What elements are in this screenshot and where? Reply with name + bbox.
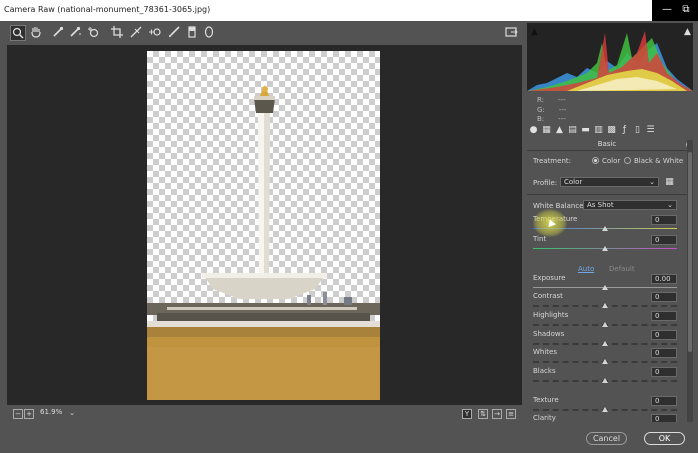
temperature-slider-thumb[interactable]	[602, 226, 608, 231]
blacks-value[interactable]: 0	[651, 367, 677, 377]
exposure-label: Exposure	[533, 274, 566, 282]
histogram	[527, 23, 693, 91]
shadows-label: Shadows	[533, 330, 565, 338]
shadows-slider-thumb[interactable]	[602, 341, 608, 346]
restore-button[interactable]: ⧉	[676, 0, 696, 21]
clarity-label: Clarity	[533, 414, 556, 422]
shadows-value[interactable]: 0	[651, 330, 677, 340]
transform-tab-icon[interactable]: ▩	[606, 124, 617, 136]
before-after-y-button[interactable]: Y	[462, 409, 472, 419]
white-balance-select[interactable]: As Shot ⌄	[583, 200, 677, 210]
treatment-bw-label[interactable]: Black & White	[634, 157, 683, 165]
zoom-in-button[interactable]: +	[24, 409, 34, 419]
divider	[527, 194, 687, 195]
basic-tab-icon[interactable]: ●	[528, 124, 539, 136]
crop-tool-icon[interactable]	[109, 25, 125, 41]
preview-image[interactable]	[147, 51, 380, 400]
treatment-label: Treatment:	[533, 157, 571, 165]
panel-tabs: ● ▦ ▲ ▤ ▬ ▥ ▩ ƒ ▯ ☰	[527, 124, 693, 138]
contrast-value[interactable]: 0	[651, 292, 677, 302]
open-preferences-icon[interactable]	[503, 25, 519, 41]
color-sampler-tool-icon[interactable]	[67, 25, 83, 41]
white-balance-tool-icon[interactable]	[50, 25, 66, 41]
texture-label: Texture	[533, 396, 559, 404]
highlights-label: Highlights	[533, 311, 569, 319]
effects-tab-icon[interactable]: ƒ	[619, 124, 630, 136]
divider	[527, 150, 687, 151]
panel-scrollbar[interactable]	[687, 140, 693, 422]
zoom-level[interactable]: 61.9%	[40, 408, 62, 416]
default-link[interactable]: Default	[609, 265, 635, 273]
radial-filter-icon[interactable]	[201, 25, 217, 41]
white-balance-label: White Balance:	[533, 202, 586, 210]
basic-panel-title: Basic	[597, 140, 617, 148]
treatment-color-label[interactable]: Color	[602, 157, 620, 165]
hand-tool-icon[interactable]	[28, 25, 44, 41]
tint-slider-thumb[interactable]	[602, 246, 608, 251]
graduated-filter-icon[interactable]	[184, 25, 200, 41]
straighten-tool-icon[interactable]	[128, 25, 144, 41]
detail-tab-icon[interactable]: ▲	[554, 124, 565, 136]
zoom-dropdown-chevron-icon[interactable]: ⌄	[68, 409, 76, 417]
scrollbar-thumb[interactable]	[688, 152, 692, 352]
rgb-r: R: ---	[537, 96, 566, 104]
contrast-label: Contrast	[533, 292, 563, 300]
highlights-slider-thumb[interactable]	[602, 322, 608, 327]
calibration-tab-icon[interactable]: ▯	[632, 124, 643, 136]
ok-button[interactable]: OK	[644, 432, 685, 445]
temperature-value[interactable]: 0	[651, 215, 677, 225]
tone-curve-tab-icon[interactable]: ▦	[541, 124, 552, 136]
exposure-value[interactable]: 0.00	[651, 274, 677, 284]
blacks-slider-thumb[interactable]	[602, 378, 608, 383]
whites-value[interactable]: 0	[651, 348, 677, 358]
profile-select[interactable]: Color ⌄	[560, 177, 659, 187]
presets-tab-icon[interactable]: ☰	[645, 124, 656, 136]
chevron-down-icon: ⌄	[667, 201, 673, 209]
title-bar: Camera Raw (national-monument_78361-3065…	[0, 0, 698, 21]
highlight-clipping-icon[interactable]: ▲	[682, 26, 693, 38]
chevron-down-icon: ⌄	[649, 178, 655, 186]
zoom-tool-icon[interactable]	[10, 25, 26, 41]
contrast-slider-thumb[interactable]	[602, 303, 608, 308]
treatment-color-radio[interactable]	[592, 157, 599, 164]
treatment-bw-radio[interactable]	[624, 157, 631, 164]
profile-browser-icon[interactable]: ▦	[664, 176, 675, 188]
swap-before-after-icon[interactable]: ⇅	[478, 409, 488, 419]
lens-corrections-tab-icon[interactable]: ▥	[593, 124, 604, 136]
tint-value[interactable]: 0	[651, 235, 677, 245]
texture-slider-thumb[interactable]	[602, 407, 608, 412]
toggle-settings-icon[interactable]: ≡	[506, 409, 516, 419]
texture-value[interactable]: 0	[651, 396, 677, 406]
hsl-tab-icon[interactable]: ▤	[567, 124, 578, 136]
auto-link[interactable]: Auto	[578, 265, 594, 273]
targeted-adjustment-tool-icon[interactable]	[85, 25, 101, 41]
copy-settings-icon[interactable]: →	[492, 409, 502, 419]
toolbar	[0, 21, 525, 45]
rgb-g: G: ---	[537, 106, 567, 114]
zoom-out-button[interactable]: −	[13, 409, 23, 419]
spot-removal-tool-icon[interactable]	[147, 25, 163, 41]
rgb-b: B: ---	[537, 115, 566, 123]
shadow-clipping-icon[interactable]: ▲	[529, 26, 540, 38]
window-title: Camera Raw (national-monument_78361-3065…	[4, 5, 211, 14]
blacks-label: Blacks	[533, 367, 556, 375]
whites-label: Whites	[533, 348, 558, 356]
profile-label: Profile:	[533, 179, 558, 187]
status-bar: − + 61.9% ⌄ Y ⇅ → ≡	[7, 405, 522, 422]
whites-slider-thumb[interactable]	[602, 359, 608, 364]
split-toning-tab-icon[interactable]: ▬	[580, 124, 591, 136]
exposure-slider-thumb[interactable]	[602, 285, 608, 290]
highlights-value[interactable]: 0	[651, 311, 677, 321]
adjustment-brush-icon[interactable]	[166, 25, 182, 41]
cancel-button[interactable]: Cancel	[586, 432, 627, 445]
